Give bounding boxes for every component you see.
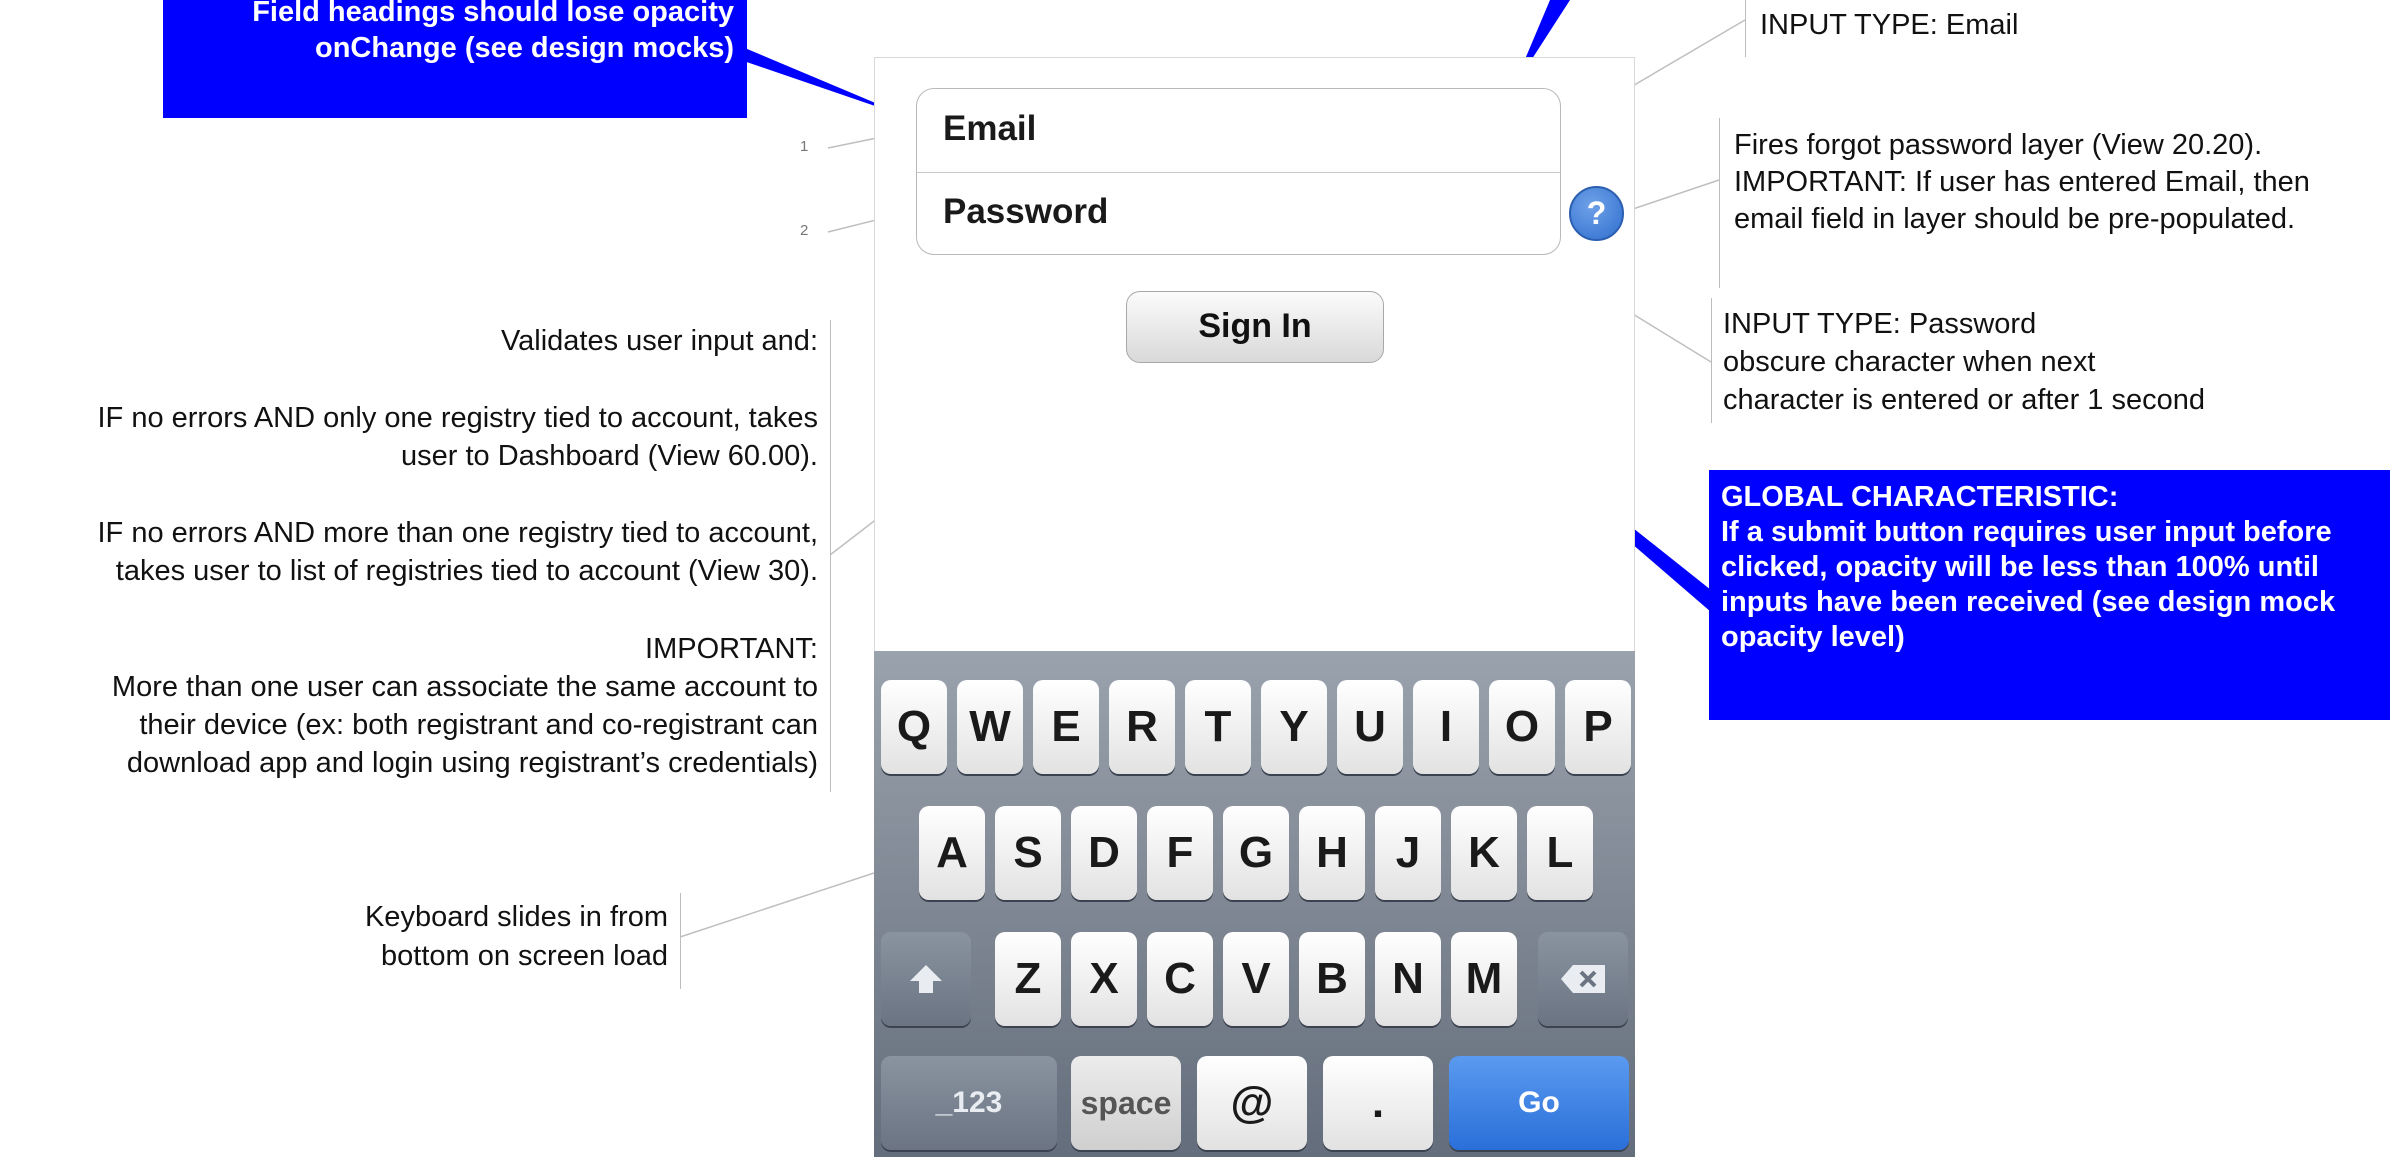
key-v[interactable]: V [1223,932,1289,1026]
note-forgot-password-1: Fires forgot password layer (View 20.20)… [1734,129,2263,161]
numbers-key[interactable]: _123 [881,1056,1057,1150]
shift-key[interactable] [881,932,971,1026]
key-s[interactable]: S [995,806,1061,900]
key-i[interactable]: I [1413,680,1479,774]
note-keyboard-2: bottom on screen load [381,940,668,972]
note-validate-one-1: IF no errors AND only one registry tied … [97,402,819,434]
forgot-password-help-icon[interactable]: ? [1569,186,1624,241]
dot-key[interactable]: . [1323,1056,1433,1150]
marker-number-2: 2 [800,222,809,239]
key-b[interactable]: B [1299,932,1365,1026]
callout-global-characteristic: GLOBAL CHARACTERISTIC: If a submit butto… [1709,470,2390,720]
rule-validate [830,320,831,792]
callout-global-line: If a submit button requires user input b… [1721,516,2332,548]
onscreen-keyboard: Q W E R T Y U I O P A S D F G H J K L Z … [874,651,1635,1157]
rule-input-password [1711,298,1712,423]
key-a[interactable]: A [919,806,985,900]
note-forgot-password-3: email field in layer should be pre-popul… [1734,203,2296,235]
key-w[interactable]: W [957,680,1023,774]
go-key[interactable]: Go [1449,1056,1629,1150]
note-input-type-password-1: INPUT TYPE: Password [1723,308,2037,340]
key-x[interactable]: X [1071,932,1137,1026]
key-z[interactable]: Z [995,932,1061,1026]
sign-in-button[interactable]: Sign In [1126,291,1384,363]
shift-arrow-icon [910,965,942,993]
callout-field-headings-line2: onChange (see design mocks) [315,32,734,64]
note-keyboard-1: Keyboard slides in from [364,901,668,933]
key-r[interactable]: R [1109,680,1175,774]
key-c[interactable]: C [1147,932,1213,1026]
note-validate-many-1: IF no errors AND more than one registry … [97,517,819,549]
key-m[interactable]: M [1451,932,1517,1026]
note-input-type-password-2: obscure character when next [1723,346,2096,378]
key-e[interactable]: E [1033,680,1099,774]
key-h[interactable]: H [1299,806,1365,900]
note-forgot-password-2: IMPORTANT: If user has entered Email, th… [1734,166,2310,198]
key-j[interactable]: J [1375,806,1441,900]
rule-input-email [1745,0,1746,57]
key-d[interactable]: D [1071,806,1137,900]
note-validate-many-2: takes user to list of registries tied to… [115,555,818,587]
rule-forgot [1719,118,1720,288]
callout-global-line: opacity level) [1721,621,1905,653]
key-q[interactable]: Q [881,680,947,774]
key-n[interactable]: N [1375,932,1441,1026]
callout-global-line: inputs have been received (see design mo… [1721,586,2336,618]
line-keyboard [679,872,875,938]
callout-global-line: clicked, opacity will be less than 100% … [1721,551,2319,583]
note-validate-one-2: user to Dashboard (View 60.00). [401,440,818,472]
line-forgot [1623,179,1720,213]
note-important-line: More than one user can associate the sam… [111,671,818,703]
key-g[interactable]: G [1223,806,1289,900]
key-k[interactable]: K [1451,806,1517,900]
callout-field-headings-line1: Field headings should lose opacity [252,0,734,28]
note-important-line: download app and login using registrant’… [126,747,818,779]
note-important-line: their device (ex: both registrant and co… [139,709,818,741]
login-form-card: Email Password [916,88,1561,255]
key-t[interactable]: T [1185,680,1251,774]
key-y[interactable]: Y [1261,680,1327,774]
at-key[interactable]: @ [1197,1056,1307,1150]
note-input-type-email: INPUT TYPE: Email [1760,9,2019,41]
callout-field-headings: Field headings should lose opacity onCha… [163,0,747,118]
marker-number-1: 1 [800,138,809,155]
key-u[interactable]: U [1337,680,1403,774]
backspace-key[interactable] [1538,932,1628,1026]
note-important-heading: IMPORTANT: [645,633,818,665]
email-field[interactable]: Email [943,109,1036,149]
rule-keyboard [680,893,681,989]
note-input-type-password-3: character is entered or after 1 second [1723,384,2205,416]
key-o[interactable]: O [1489,680,1555,774]
backspace-icon [1561,965,1605,993]
password-field[interactable]: Password [943,192,1108,232]
key-f[interactable]: F [1147,806,1213,900]
space-key[interactable]: space [1071,1056,1181,1150]
field-divider [917,172,1560,173]
callout-global-title: GLOBAL CHARACTERISTIC: [1721,481,2119,513]
note-validates-intro: Validates user input and: [500,325,818,357]
key-p[interactable]: P [1565,680,1631,774]
key-l[interactable]: L [1527,806,1593,900]
